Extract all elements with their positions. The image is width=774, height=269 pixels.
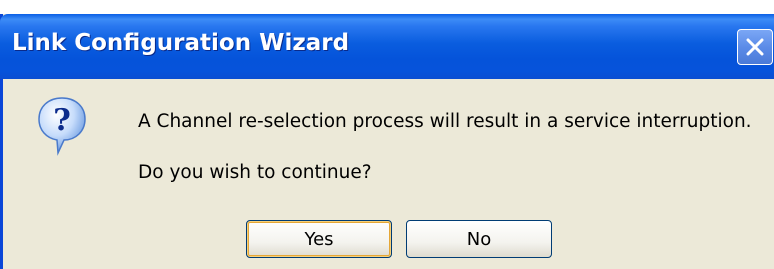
dialog-message: A Channel re-selection process will resu… (138, 111, 752, 132)
svg-text:?: ? (53, 103, 71, 138)
close-button[interactable] (737, 29, 773, 65)
no-button[interactable]: No (406, 220, 552, 258)
dialog-window: Link Configuration Wizard ? A Channel re… (0, 14, 774, 269)
close-icon (746, 38, 764, 56)
dialog-prompt: Do you wish to continue? (138, 162, 372, 183)
window-title: Link Configuration Wizard (12, 30, 350, 56)
title-bar[interactable]: Link Configuration Wizard (0, 14, 774, 79)
yes-button[interactable]: Yes (246, 220, 392, 258)
question-icon: ? (37, 96, 87, 156)
